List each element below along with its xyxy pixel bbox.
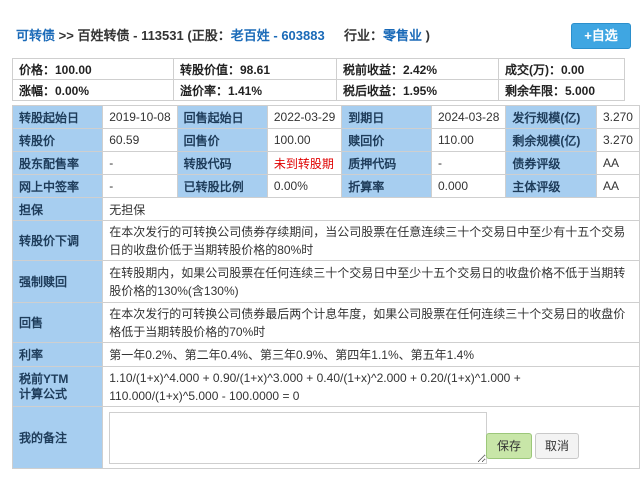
maturity-date-value: 2024-03-28 xyxy=(430,105,507,129)
discount-rate-value: 0.000 xyxy=(430,174,507,198)
bond-header: 可转债 >> 百姓转债 - 113531 (正股：老百姓 - 603883 行业… xyxy=(6,20,634,52)
conversion-price-label: 转股价 xyxy=(11,128,104,152)
quote-row: 价格：100.00 转股价值：98.61 税前收益：2.42% 成交(万)：0.… xyxy=(12,58,625,80)
downward-revision-value: 在本次发行的可转换公司债券存续期间，当公司股票在任意连续三十个交易日中至少有十五… xyxy=(102,220,640,261)
premium-rate-cell: 溢价率：1.41% xyxy=(173,79,337,101)
conversion-start-value: 2019-10-08 xyxy=(102,105,178,129)
online-lottery-rate-value: - xyxy=(102,174,178,198)
header-line: 可转债 >> 百姓转债 - 113531 (正股：老百姓 - 603883 行业… xyxy=(16,25,430,44)
converted-ratio-label: 已转股比例 xyxy=(176,174,268,198)
turnover-cell: 成交(万)：0.00 xyxy=(498,58,625,80)
remaining-years-cell: 剩余年限：5.000 xyxy=(498,79,625,101)
info-row: 担保 无担保 xyxy=(11,197,640,221)
conversion-code-label: 转股代码 xyxy=(176,151,268,175)
remark-label: 我的备注 xyxy=(11,406,104,469)
ytm-label-line2: 计算公式 xyxy=(19,386,68,401)
name-code-dash: - xyxy=(133,28,138,43)
remaining-size-label: 剩余规模(亿) xyxy=(505,128,597,152)
stock-prefix: (正股： xyxy=(187,28,231,43)
interest-rate-value: 第一年0.2%、第二年0.4%、第三年0.9%、第四年1.1%、第五年1.4% xyxy=(102,342,640,367)
pledge-code-label: 质押代码 xyxy=(341,151,432,175)
issuer-rating-label: 主体评级 xyxy=(505,174,597,198)
bond-rating-value: AA xyxy=(595,151,640,175)
redemption-price-value: 110.00 xyxy=(430,128,507,152)
putback-start-value: 2022-03-29 xyxy=(266,105,343,129)
maturity-date-label: 到期日 xyxy=(341,105,432,129)
conversion-code-value: 未到转股期 xyxy=(266,151,343,175)
remark-textarea[interactable] xyxy=(109,411,488,464)
save-button[interactable]: 保存 xyxy=(486,433,532,459)
industry-suffix: ) xyxy=(425,28,430,43)
redemption-price-label: 赎回价 xyxy=(341,128,432,152)
online-lottery-rate-label: 网上中签率 xyxy=(11,174,104,198)
info-row: 回售 在本次发行的可转换公司债券最后两个计息年度，如果公司股票在任何连续三十个交… xyxy=(11,302,640,343)
bond-info-table: 转股起始日 2019-10-08 回售起始日 2022-03-29 到期日 20… xyxy=(11,105,640,469)
info-row: 股东配售率 - 转股代码 未到转股期 质押代码 - 债券评级 AA xyxy=(11,151,640,175)
change-cell: 涨幅：0.00% xyxy=(12,79,174,101)
pledge-code-value: - xyxy=(430,151,507,175)
cancel-button[interactable]: 取消 xyxy=(535,433,579,459)
breadcrumb-separator: >> xyxy=(58,28,74,43)
bond-type-link[interactable]: 可转债 xyxy=(16,28,55,43)
stock-code-link[interactable]: 603883 xyxy=(281,28,324,43)
bond-name: 百姓转债 xyxy=(77,28,130,43)
quote-row: 涨幅：0.00% 溢价率：1.41% 税后收益：1.95% 剩余年限：5.000 xyxy=(12,79,625,101)
pretax-yield-cell: 税前收益：2.42% xyxy=(336,58,499,80)
info-row: 税前YTM 计算公式 1.10/(1+x)^4.000 + 0.90/(1+x)… xyxy=(11,366,640,407)
issue-size-value: 3.270 xyxy=(595,105,640,129)
conversion-price-value: 60.59 xyxy=(102,128,178,152)
conversion-start-label: 转股起始日 xyxy=(11,105,104,129)
putback-clause-value: 在本次发行的可转换公司债券最后两个计息年度，如果公司股票在任何连续三十个交易日的… xyxy=(102,302,640,343)
shareholder-allotment-label: 股东配售率 xyxy=(11,151,104,175)
putback-price-label: 回售价 xyxy=(176,128,268,152)
stock-dash: - xyxy=(273,28,278,43)
forced-redemption-value: 在转股期内，如果公司股票在任何连续三十个交易日中至少十五个交易日的收盘价格不低于… xyxy=(102,260,640,303)
price-cell: 价格：100.00 xyxy=(12,58,174,80)
info-row: 转股价 60.59 回售价 100.00 赎回价 110.00 剩余规模(亿) … xyxy=(11,128,640,152)
ytm-formula-value: 1.10/(1+x)^4.000 + 0.90/(1+x)^3.000 + 0.… xyxy=(102,366,640,407)
putback-clause-label: 回售 xyxy=(11,302,104,343)
info-row: 网上中签率 - 已转股比例 0.00% 折算率 0.000 主体评级 AA xyxy=(11,174,640,198)
industry-label: 行业： xyxy=(343,28,383,43)
ytm-formula-label: 税前YTM 计算公式 xyxy=(11,366,104,407)
stock-name-link[interactable]: 老百姓 xyxy=(231,28,270,43)
info-row: 转股价下调 在本次发行的可转换公司债券存续期间，当公司股票在任意连续三十个交易日… xyxy=(11,220,640,261)
discount-rate-label: 折算率 xyxy=(341,174,432,198)
quote-summary-table: 价格：100.00 转股价值：98.61 税前收益：2.42% 成交(万)：0.… xyxy=(12,58,625,101)
info-row: 强制赎回 在转股期内，如果公司股票在任何连续三十个交易日中至少十五个交易日的收盘… xyxy=(11,260,640,303)
info-row: 转股起始日 2019-10-08 回售起始日 2022-03-29 到期日 20… xyxy=(11,105,640,129)
aftertax-yield-cell: 税后收益：1.95% xyxy=(336,79,499,101)
shareholder-allotment-value: - xyxy=(102,151,178,175)
conversion-value-cell: 转股价值：98.61 xyxy=(173,58,337,80)
issue-size-label: 发行规模(亿) xyxy=(505,105,597,129)
converted-ratio-value: 0.00% xyxy=(266,174,343,198)
guarantee-value: 无担保 xyxy=(102,197,640,221)
add-watchlist-button[interactable]: +自选 xyxy=(571,23,631,49)
industry-link[interactable]: 零售业 xyxy=(383,28,422,43)
putback-start-label: 回售起始日 xyxy=(176,105,268,129)
putback-price-value: 100.00 xyxy=(266,128,343,152)
guarantee-label: 担保 xyxy=(11,197,104,221)
bond-rating-label: 债券评级 xyxy=(505,151,597,175)
issuer-rating-value: AA xyxy=(595,174,640,198)
info-row: 利率 第一年0.2%、第二年0.4%、第三年0.9%、第四年1.1%、第五年1.… xyxy=(11,342,640,367)
interest-rate-label: 利率 xyxy=(11,342,104,367)
forced-redemption-label: 强制赎回 xyxy=(11,260,104,303)
ytm-label-line1: 税前YTM xyxy=(19,371,69,386)
remaining-size-value: 3.270 xyxy=(595,128,640,152)
bond-code: 113531 xyxy=(141,28,184,43)
downward-revision-label: 转股价下调 xyxy=(11,220,104,261)
